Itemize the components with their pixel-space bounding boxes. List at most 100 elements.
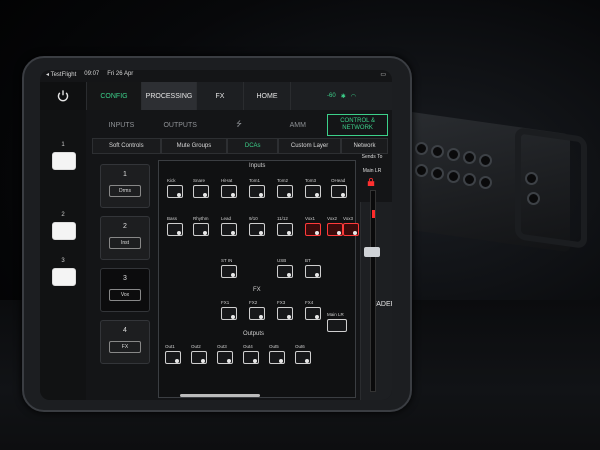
fx-channel-label: FX4: [305, 300, 314, 305]
main-lr-fader[interactable]: [360, 190, 384, 395]
tab-amm[interactable]: AMM: [268, 114, 327, 136]
xlr-jack: [479, 176, 492, 189]
channel-indicator: [337, 231, 341, 235]
usb-icon[interactable]: ⭍: [210, 114, 269, 136]
main-lr-button[interactable]: [327, 319, 347, 332]
lock-icon[interactable]: [367, 178, 375, 186]
dca-number: 4: [123, 327, 127, 334]
xlr-jack: [447, 170, 460, 183]
bluetooth-icon: ✱: [340, 93, 346, 100]
input-channel-label: Bass: [167, 216, 178, 221]
tab-outputs[interactable]: OUTPUTS: [151, 114, 210, 136]
input-channel-label: ST IN: [221, 258, 233, 263]
tab-soft-controls[interactable]: Soft Controls: [92, 138, 161, 154]
status-bar: ◂ TestFlight 09:07 Fri 26 Apr: [46, 71, 133, 81]
tab-home[interactable]: HOME: [243, 82, 290, 110]
tab-custom-layer[interactable]: Custom Layer: [278, 138, 341, 154]
input-channel-label: Vox2: [327, 216, 338, 221]
main-lr-label: Main LR: [327, 312, 344, 317]
fx-channel-label: FX1: [221, 300, 230, 305]
input-channel-label: Rhythm: [193, 216, 209, 221]
output-channel-label: Out2: [191, 344, 201, 349]
dca-number: 1: [123, 171, 127, 178]
fader-track: [370, 190, 376, 392]
dca-name: Vox: [109, 289, 141, 301]
channel-indicator: [287, 273, 291, 277]
control-subtabs: Soft Controls Mute Groups DCAs Custom La…: [92, 138, 388, 154]
tab-mute-groups[interactable]: Mute Groups: [160, 138, 228, 154]
page-sidebar: 1 2 3: [40, 110, 86, 400]
xlr-jack: [431, 167, 444, 180]
channel-indicator: [177, 193, 181, 197]
input-channel-label: OHead: [331, 178, 346, 183]
input-channel-label: USB: [277, 258, 287, 263]
dca-3[interactable]: 3 Vox: [100, 268, 150, 312]
channel-indicator: [315, 193, 319, 197]
tab-dcas[interactable]: DCAs: [227, 138, 279, 154]
status-date: Fri 26 Apr: [107, 71, 134, 77]
input-channel-label: 9/10: [249, 216, 258, 221]
dca-name: Drms: [109, 185, 141, 197]
wifi-icon: ◠: [350, 93, 356, 100]
channel-indicator: [253, 359, 257, 363]
channel-indicator: [175, 359, 179, 363]
input-channel-label: HiHat: [221, 178, 233, 183]
page-number: 3: [61, 258, 65, 264]
dca-name: Inst: [109, 237, 141, 249]
tablet-device: ◂ TestFlight 09:07 Fri 26 Apr ▭ CONFIG P…: [22, 56, 412, 412]
xlr-jack: [447, 148, 460, 161]
fx-channel-label: FX2: [249, 300, 258, 305]
page-number: 1: [61, 142, 65, 148]
fader-cap[interactable]: [364, 247, 380, 257]
tab-config[interactable]: CONFIG: [86, 82, 141, 110]
outputs-section-label: Outputs: [243, 331, 265, 337]
dca-1[interactable]: 1 Drms: [100, 164, 150, 208]
tab-inputs[interactable]: INPUTS: [92, 114, 151, 136]
tab-control-network[interactable]: CONTROL & NETWORK: [327, 114, 388, 136]
channel-indicator: [259, 315, 263, 319]
channel-indicator: [315, 231, 319, 235]
channel-indicator: [287, 193, 291, 197]
xlr-jack: [463, 151, 476, 164]
power-button[interactable]: [40, 82, 86, 110]
tab-processing[interactable]: PROCESSING: [141, 82, 196, 110]
tab-fx[interactable]: FX: [196, 82, 243, 110]
channel-indicator: [203, 193, 207, 197]
xlr-jack: [525, 172, 538, 185]
input-channel-label: Tom1: [249, 178, 261, 183]
channel-indicator: [231, 193, 235, 197]
channel-indicator: [231, 231, 235, 235]
page-number: 2: [61, 212, 65, 218]
channel-indicator: [227, 359, 231, 363]
input-channel-label: Vox1: [305, 216, 316, 221]
output-channel-label: Out3: [217, 344, 227, 349]
input-channel-label: 11/12: [277, 216, 288, 221]
page-1-button[interactable]: [52, 152, 76, 170]
input-channel-label: Vox3: [343, 216, 354, 221]
status-time: 09:07: [84, 71, 100, 77]
page-2-button[interactable]: [52, 222, 76, 240]
dca-2[interactable]: 2 Inst: [100, 216, 150, 260]
dca-number: 3: [123, 275, 127, 282]
inputs-section-label: Inputs: [249, 163, 266, 169]
dca-4[interactable]: 4 FX: [100, 320, 150, 364]
dca-assignment-grid: Inputs FX Outputs Main LR Kick Snare HiHat…: [158, 160, 359, 398]
channel-indicator: [201, 359, 205, 363]
tab-network[interactable]: Network: [340, 138, 388, 154]
power-icon: [57, 90, 69, 102]
back-to-app-link[interactable]: ◂ TestFlight: [46, 71, 76, 81]
input-channel-label: Snare: [193, 178, 206, 183]
app-screen: ◂ TestFlight 09:07 Fri 26 Apr ▭ CONFIG P…: [40, 70, 392, 400]
channel-indicator: [231, 273, 235, 277]
channel-indicator: [177, 231, 181, 235]
input-channel-label: Lead: [221, 216, 232, 221]
home-indicator: [180, 394, 260, 397]
channel-indicator: [203, 231, 207, 235]
channel-indicator: [341, 193, 345, 197]
xlr-jack: [463, 173, 476, 186]
page-3-button[interactable]: [52, 268, 76, 286]
dca-name: FX: [109, 341, 141, 353]
mixer-hardware: [395, 109, 587, 253]
channel-indicator: [315, 273, 319, 277]
dca-list: 1 Drms 2 Inst 3 Vox 4 FX: [92, 158, 154, 398]
